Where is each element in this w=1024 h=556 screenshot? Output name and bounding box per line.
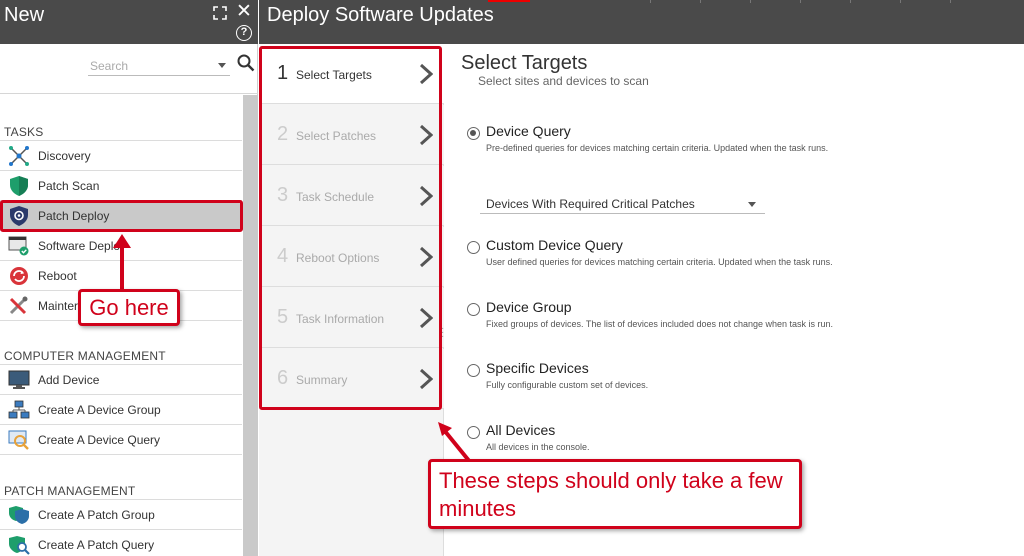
- nav-item-add-device[interactable]: Add Device: [0, 364, 242, 394]
- top-accent-bar: [488, 0, 530, 2]
- reboot-icon: [10, 267, 28, 285]
- option-label: Device Query: [486, 123, 571, 139]
- annotation-highlight-steps: [259, 46, 442, 410]
- maintenance-icon: [9, 296, 28, 315]
- nav-item-reboot[interactable]: Reboot: [0, 260, 242, 290]
- nav-item-label: Create A Patch Group: [38, 508, 155, 522]
- nav-item-label: Create A Device Query: [38, 433, 161, 447]
- left-panel-scrollbar[interactable]: [243, 95, 258, 556]
- option-description: Fixed groups of devices. The list of dev…: [486, 319, 834, 329]
- nav-item-discovery[interactable]: Discovery: [0, 140, 242, 170]
- section-header-patch-management: PATCH MANAGEMENT: [4, 484, 136, 498]
- nav-item-label: Patch Scan: [38, 179, 100, 193]
- option-label: All Devices: [486, 422, 556, 438]
- nav-item-create-patch-group[interactable]: Create A Patch Group: [0, 499, 242, 529]
- left-panel-header: New ✕ ?: [0, 0, 258, 44]
- monitor-icon: [8, 370, 30, 389]
- top-divider: [900, 0, 901, 3]
- annotation-steps-note: These steps should only take a few minut…: [428, 459, 802, 529]
- option-label: Specific Devices: [486, 360, 589, 376]
- discovery-icon: [9, 146, 29, 166]
- nav-item-patch-scan[interactable]: Patch Scan: [0, 170, 242, 200]
- left-panel-title: New: [4, 4, 45, 26]
- left-panel: New ✕ ? TASKS Discovery: [0, 0, 258, 556]
- expand-icon[interactable]: [213, 6, 227, 20]
- nav-item-software-deploy[interactable]: Software Deplo: [0, 230, 242, 260]
- nav-item-label: Create A Device Group: [38, 403, 161, 417]
- software-deploy-icon: [8, 236, 29, 256]
- nav-item-create-device-group[interactable]: Create A Device Group: [0, 394, 242, 424]
- main-header: Deploy Software Updates: [259, 0, 1024, 44]
- annotation-highlight-patch-deploy: [0, 200, 243, 232]
- search-input[interactable]: [88, 56, 230, 76]
- annotation-go-here: Go here: [78, 289, 180, 326]
- top-divider: [650, 0, 651, 3]
- option-description: All devices in the console.: [486, 442, 590, 452]
- section-header-tasks: TASKS: [4, 125, 44, 139]
- search-dropdown-icon[interactable]: [218, 63, 226, 68]
- nav-item-create-patch-query[interactable]: Create A Patch Query: [0, 529, 242, 556]
- device-query-select[interactable]: Devices With Required Critical Patches: [480, 194, 765, 214]
- device-query-select-value: Devices With Required Critical Patches: [486, 197, 695, 211]
- option-label: Custom Device Query: [486, 237, 623, 253]
- nav-item-label: Reboot: [38, 269, 77, 283]
- option-label: Device Group: [486, 299, 572, 315]
- nav-item-label: Discovery: [38, 149, 91, 163]
- top-divider: [700, 0, 701, 3]
- top-divider: [850, 0, 851, 3]
- patch-group-icon: [9, 506, 29, 524]
- content-subtitle: Select sites and devices to scan: [478, 74, 649, 88]
- nav-item-label: Create A Patch Query: [38, 538, 155, 552]
- radio-custom-device-query[interactable]: [467, 241, 480, 254]
- radio-device-query[interactable]: [467, 127, 480, 140]
- radio-specific-devices[interactable]: [467, 364, 480, 377]
- chevron-down-icon: [748, 202, 756, 207]
- device-group-icon: [8, 400, 30, 419]
- page-title: Deploy Software Updates: [267, 4, 494, 26]
- nav-item-label: Add Device: [38, 373, 100, 387]
- search-icon[interactable]: [237, 54, 255, 72]
- nav-item-create-device-query[interactable]: Create A Device Query: [0, 424, 242, 454]
- device-query-icon: [8, 430, 29, 450]
- shield-icon: [10, 176, 28, 196]
- close-icon[interactable]: ✕: [236, 2, 252, 22]
- divider: [0, 454, 242, 455]
- top-divider: [800, 0, 801, 3]
- patch-query-icon: [9, 536, 30, 555]
- nav-item-label: Mainter: [38, 299, 79, 313]
- top-divider: [950, 0, 951, 3]
- top-divider: [750, 0, 751, 3]
- search-area: [0, 44, 258, 94]
- radio-device-group[interactable]: [467, 303, 480, 316]
- help-icon[interactable]: ?: [236, 25, 252, 41]
- radio-all-devices[interactable]: [467, 426, 480, 439]
- section-header-computer-management: COMPUTER MANAGEMENT: [4, 349, 166, 363]
- option-description: User defined queries for devices matchin…: [486, 257, 833, 267]
- nav-item-label: Software Deplo: [38, 239, 121, 253]
- option-description: Pre-defined queries for devices matching…: [486, 143, 829, 153]
- option-description: Fully configurable custom set of devices…: [486, 380, 649, 390]
- content-title: Select Targets: [461, 52, 588, 74]
